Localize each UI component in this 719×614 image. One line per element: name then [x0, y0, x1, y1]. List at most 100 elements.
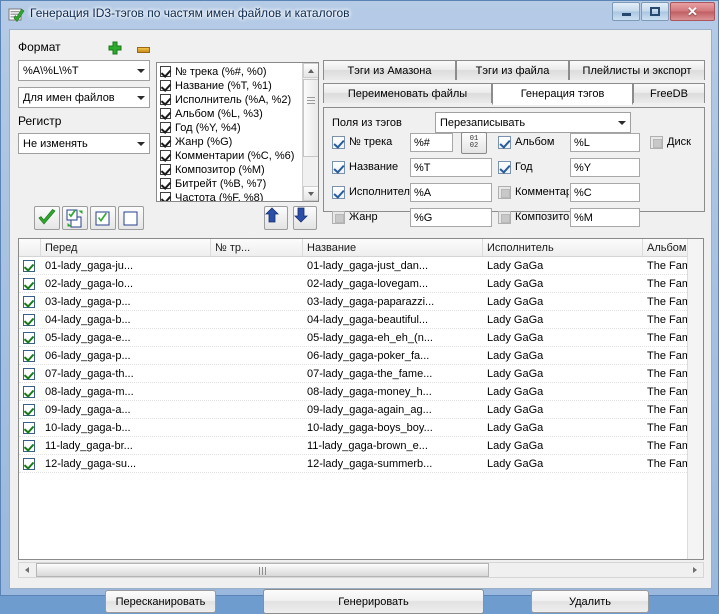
row-checkbox[interactable] — [23, 314, 35, 326]
checkbox-composer[interactable] — [498, 211, 511, 224]
row-checkbox[interactable] — [23, 386, 35, 398]
tab-rename-files[interactable]: Переименовать файлы — [323, 83, 492, 103]
field-list-item[interactable]: № трека (%#, %0) — [160, 65, 302, 78]
scrollbar-thumb[interactable] — [303, 79, 318, 157]
plus-icon[interactable] — [108, 41, 122, 55]
field-list-item-checkbox[interactable] — [160, 122, 171, 133]
field-list-item-checkbox[interactable] — [160, 66, 171, 77]
tab-freedb[interactable]: FreeDB — [633, 83, 705, 103]
input-album[interactable]: %L — [570, 133, 640, 152]
checkbox-year[interactable] — [498, 161, 511, 174]
row-checkbox[interactable] — [23, 422, 35, 434]
input-comment[interactable]: %C — [570, 183, 640, 202]
grid-column-header[interactable]: Перед — [41, 239, 211, 256]
rescan-button[interactable]: Пересканировать — [105, 590, 216, 613]
uncheck-all-button[interactable] — [118, 206, 144, 230]
move-up-button[interactable] — [264, 206, 288, 230]
row-checkbox[interactable] — [23, 368, 35, 380]
tab-from-file[interactable]: Тэги из файла — [456, 60, 569, 80]
scroll-up-icon[interactable] — [303, 63, 318, 78]
maximize-button[interactable] — [641, 2, 669, 21]
row-checkbox[interactable] — [23, 278, 35, 290]
input-artist[interactable]: %A — [410, 183, 492, 202]
field-list-item-checkbox[interactable] — [160, 108, 171, 119]
checkbox-title[interactable] — [332, 161, 345, 174]
input-composer[interactable]: %M — [570, 208, 640, 227]
field-list-item-checkbox[interactable] — [160, 150, 171, 161]
check-selected-button[interactable] — [90, 206, 116, 230]
row-checkbox[interactable] — [23, 350, 35, 362]
mode-combo[interactable]: Перезаписывать — [435, 112, 631, 133]
field-list-item[interactable]: Частота (%F, %8) — [160, 191, 302, 201]
field-list-item[interactable]: Название (%T, %1) — [160, 79, 302, 92]
table-row[interactable]: 08-lady_gaga-m... 08-lady_gaga-money_h...… — [19, 383, 703, 401]
row-checkbox[interactable] — [23, 260, 35, 272]
field-list-item-checkbox[interactable] — [160, 136, 171, 147]
field-list-item[interactable]: Битрейт (%B, %7) — [160, 177, 302, 190]
checkbox-genre[interactable] — [332, 211, 345, 224]
grid-column-header[interactable] — [19, 239, 41, 256]
row-checkbox[interactable] — [23, 458, 35, 470]
table-row[interactable]: 02-lady_gaga-lo... 02-lady_gaga-lovegam..… — [19, 275, 703, 293]
field-list-item[interactable]: Альбом (%L, %3) — [160, 107, 302, 120]
checkbox-artist[interactable] — [332, 186, 345, 199]
generate-button[interactable]: Генерировать — [263, 589, 484, 614]
checkbox-comment[interactable] — [498, 186, 511, 199]
tab-playlists-export[interactable]: Плейлисты и экспорт — [569, 60, 705, 80]
grid-column-header[interactable]: Альбом — [643, 239, 719, 256]
input-genre[interactable]: %G — [410, 208, 492, 227]
close-button[interactable]: ✕ — [670, 2, 715, 21]
field-list-item-checkbox[interactable] — [160, 164, 171, 175]
table-row[interactable]: 11-lady_gaga-br... 11-lady_gaga-brown_e..… — [19, 437, 703, 455]
row-checkbox[interactable] — [23, 296, 35, 308]
input-title[interactable]: %T — [410, 158, 492, 177]
table-row[interactable]: 12-lady_gaga-su... 12-lady_gaga-summerb..… — [19, 455, 703, 473]
input-track-number[interactable]: %# — [410, 133, 453, 152]
checkbox-track-number[interactable] — [332, 136, 345, 149]
table-row[interactable]: 01-lady_gaga-ju... 01-lady_gaga-just_dan.… — [19, 257, 703, 275]
field-list-item[interactable]: Комментарии (%C, %6) — [160, 149, 302, 162]
field-list[interactable]: № трека (%#, %0) Название (%T, %1) Исполни… — [156, 62, 319, 202]
checkbox-album[interactable] — [498, 136, 511, 149]
grid-column-header[interactable]: Название — [303, 239, 483, 256]
checkbox-disc[interactable] — [650, 136, 663, 149]
tab-generate-tags[interactable]: Генерация тэгов — [492, 83, 633, 105]
tab-amazon[interactable]: Тэги из Амазона — [323, 60, 456, 80]
field-list-item-checkbox[interactable] — [160, 178, 171, 189]
field-list-item[interactable]: Композитор (%M) — [160, 163, 302, 176]
horizontal-scrollbar[interactable] — [18, 562, 704, 578]
row-checkbox[interactable] — [23, 404, 35, 416]
row-checkbox[interactable] — [23, 440, 35, 452]
field-list-scrollbar[interactable] — [302, 63, 318, 201]
format-target-combo[interactable]: Для имен файлов — [18, 87, 150, 108]
field-list-item-checkbox[interactable] — [160, 192, 171, 201]
table-row[interactable]: 04-lady_gaga-b... 04-lady_gaga-beautiful.… — [19, 311, 703, 329]
table-row[interactable]: 03-lady_gaga-p... 03-lady_gaga-paparazzi.… — [19, 293, 703, 311]
grid-column-header[interactable]: Исполнитель — [483, 239, 643, 256]
move-down-button[interactable] — [293, 206, 317, 230]
check-all-button[interactable] — [34, 206, 60, 230]
field-list-item-checkbox[interactable] — [160, 80, 171, 91]
field-list-item-checkbox[interactable] — [160, 94, 171, 105]
files-grid[interactable]: Перед№ тр...НазваниеИсполнительАльбомГод… — [18, 238, 704, 560]
hscroll-thumb[interactable] — [36, 563, 489, 577]
invert-selection-button[interactable] — [62, 206, 88, 230]
field-list-item[interactable]: Жанр (%G) — [160, 135, 302, 148]
delete-button[interactable]: Удалить — [531, 590, 649, 613]
scroll-right-icon[interactable] — [687, 563, 703, 577]
minus-icon[interactable] — [137, 47, 150, 53]
grid-body[interactable]: 01-lady_gaga-ju... 01-lady_gaga-just_dan.… — [19, 257, 703, 559]
table-row[interactable]: 09-lady_gaga-a... 09-lady_gaga-again_ag..… — [19, 401, 703, 419]
table-row[interactable]: 05-lady_gaga-e... 05-lady_gaga-eh_eh_(n..… — [19, 329, 703, 347]
case-combo[interactable]: Не изменять — [18, 133, 150, 154]
field-list-item[interactable]: Исполнитель (%A, %2) — [160, 93, 302, 106]
format-pattern-combo[interactable]: %A\%L\%T — [18, 60, 150, 81]
table-row[interactable]: 07-lady_gaga-th... 07-lady_gaga-the_fame.… — [19, 365, 703, 383]
table-row[interactable]: 10-lady_gaga-b... 10-lady_gaga-boys_boy..… — [19, 419, 703, 437]
grid-column-header[interactable]: № тр... — [211, 239, 303, 256]
scroll-left-icon[interactable] — [19, 563, 35, 577]
field-list-item[interactable]: Год (%Y, %4) — [160, 121, 302, 134]
row-checkbox[interactable] — [23, 332, 35, 344]
grid-vertical-scrollbar[interactable] — [687, 239, 703, 559]
table-row[interactable]: 06-lady_gaga-p... 06-lady_gaga-poker_fa..… — [19, 347, 703, 365]
